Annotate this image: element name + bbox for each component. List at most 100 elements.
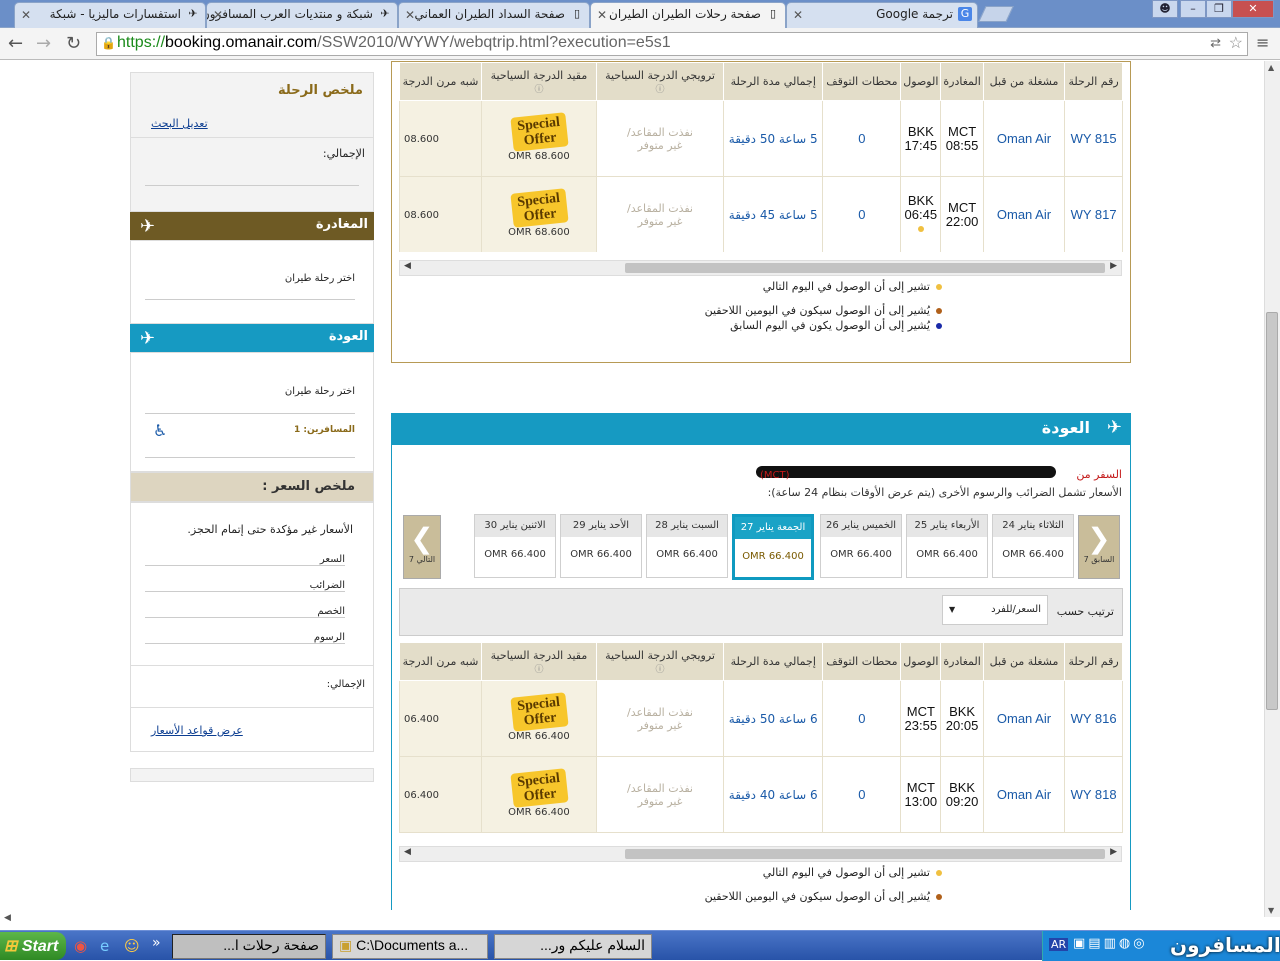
forward-icon[interactable]: →	[36, 33, 51, 54]
special-offer-badge: Special Offer	[509, 112, 568, 152]
date-option[interactable]: السبت يناير 28 OMR 66.400	[646, 514, 728, 578]
scroll-right-icon[interactable]: ▶	[1110, 847, 1117, 857]
scrollbar-thumb[interactable]	[625, 849, 1105, 859]
col-restricted: مقيد الدرجة السياحية ⓘ	[480, 62, 597, 101]
start-button[interactable]: ⊞ Start	[0, 932, 66, 960]
next-week-button[interactable]: ❮ التالي 7	[403, 515, 441, 579]
translate-icon[interactable]: ⇄	[1210, 35, 1221, 51]
special-offer-badge: Special Offer	[509, 692, 568, 732]
arrival-cell: MCT 13:00	[900, 756, 942, 833]
tab-translate[interactable]: G ترجمة Google ✕	[786, 2, 978, 28]
table-row[interactable]: WY 815 Oman Air MCT 08:55 BKK 17:45 0 5 سا…	[399, 100, 1123, 177]
overflow-chevron-icon[interactable]: »	[152, 935, 161, 951]
scroll-left-icon[interactable]: ◀	[404, 261, 411, 271]
table-header-row: رقم الرحلة مشغلة من قبل المغادرة الوصول …	[399, 642, 1123, 681]
date-option-selected[interactable]: الجمعة يناير 27 OMR 66.400	[732, 514, 814, 580]
outbound-table: رقم الرحلة مشغلة من قبل المغادرة الوصول …	[399, 62, 1123, 252]
info-icon[interactable]: ⓘ	[534, 665, 543, 675]
fare-option[interactable]: Special Offer OMR 68.600	[480, 176, 597, 252]
scrollbar-thumb[interactable]	[625, 263, 1105, 273]
reload-icon[interactable]: ↻	[66, 33, 81, 54]
departure-cell: BKK 20:05	[940, 680, 984, 757]
taskbar-word-window[interactable]: السلام عليكم ور...	[494, 934, 652, 959]
scroll-left-icon[interactable]: ◀	[4, 913, 11, 923]
messenger-icon[interactable]: ☺	[124, 937, 140, 955]
user-icon[interactable]: ☻	[1152, 0, 1178, 18]
tab-forum[interactable]: ✈ شبكة و منتديات العرب المسافرون ✕	[206, 2, 398, 28]
chrome-icon[interactable]: ◉	[74, 937, 87, 955]
fare-option[interactable]: 08.600	[399, 176, 482, 252]
scroll-right-icon[interactable]: ▶	[1110, 261, 1117, 271]
restore-button[interactable]: ❐	[1206, 0, 1232, 18]
info-icon[interactable]: ⓘ	[534, 85, 543, 95]
table-row[interactable]: WY 817 Oman Air MCT 22:00 BKK 06:45 0 5 سا…	[399, 176, 1123, 252]
stops: 0	[822, 100, 902, 177]
arrival-cell: BKK 06:45	[900, 176, 942, 252]
date-option[interactable]: الثلاثاء يناير 24 OMR 66.400	[992, 514, 1074, 578]
ie-icon[interactable]: e	[100, 937, 109, 955]
duration: 5 ساعة 45 دقيقة	[723, 176, 824, 252]
close-icon[interactable]: ✕	[597, 8, 607, 22]
taskbar-chrome-window[interactable]: صفحة رحلات ا...	[172, 934, 326, 959]
col-flight: رقم الرحلة	[1064, 62, 1123, 101]
departure-cell: MCT 22:00	[940, 176, 984, 252]
fare-rules-link[interactable]: عرض قواعد الأسعار	[151, 724, 243, 737]
date-option[interactable]: الاثنين يناير 30 OMR 66.400	[474, 514, 556, 578]
passenger-icon: ♿	[153, 421, 168, 440]
fare-option[interactable]: 06.400	[399, 756, 482, 833]
close-icon[interactable]: ✕	[793, 8, 803, 22]
tab-payment[interactable]: ▯ صفحة السداد الطيران العماني ✕	[398, 2, 590, 28]
tray-icons[interactable]: ▣▤▥◍◎	[1073, 936, 1148, 951]
tab-flights[interactable]: ▯ صفحة رحلات الطيران الطيران ✕	[590, 2, 786, 29]
minimize-button[interactable]: –	[1180, 0, 1206, 18]
new-tab-button[interactable]	[978, 6, 1014, 22]
horizontal-scrollbar[interactable]: ◀ ▶	[399, 260, 1122, 276]
star-icon[interactable]: ☆	[1229, 33, 1243, 53]
close-window-button[interactable]: ✕	[1232, 0, 1274, 18]
return-panel: ✈ العودة السفر من (MCT) الأسعار تشمل الض…	[391, 413, 1131, 913]
table-row[interactable]: WY 818 Oman Air BKK 09:20 MCT 13:00 0 6 سا…	[399, 756, 1123, 833]
sold-out-cell: نفذت المقاعد/غير متوفر	[595, 680, 725, 757]
info-icon[interactable]: ⓘ	[656, 85, 665, 95]
taskbar-explorer-window[interactable]: ▣ C:\Documents a...	[332, 934, 488, 959]
blue-dot-icon	[936, 323, 942, 329]
total-label: الإجمالي:	[322, 147, 365, 160]
tab-malaysia[interactable]: ✈ استفسارات ماليزيا - شبكة ✕	[14, 2, 206, 28]
close-icon[interactable]: ✕	[21, 8, 31, 22]
return-header: العودة ✈	[130, 324, 374, 352]
back-icon[interactable]: ←	[8, 33, 23, 54]
info-icon[interactable]: ⓘ	[656, 665, 665, 675]
menu-icon[interactable]: ≡	[1256, 33, 1269, 52]
address-bar[interactable]: 🔒 https://booking.omanair.com/SSW2010/WY…	[96, 32, 1248, 56]
fare-option[interactable]: Special Offer OMR 68.600	[480, 100, 597, 177]
prev-week-button[interactable]: ❯ السابق 7	[1078, 515, 1120, 579]
date-option[interactable]: الخميس يناير 26 OMR 66.400	[820, 514, 902, 578]
table-row[interactable]: WY 816 Oman Air BKK 20:05 MCT 23:55 0 6 سا…	[399, 680, 1123, 757]
page-horizontal-scrollbar[interactable]: ◀	[0, 910, 1264, 930]
price-summary-box: الأسعار غير مؤكدة حتى إتمام الحجز. السعر…	[130, 502, 374, 752]
date-option[interactable]: الأربعاء يناير 25 OMR 66.400	[906, 514, 988, 578]
col-duration: إجمالي مدة الرحلة	[723, 62, 824, 101]
fare-option[interactable]: Special Offer OMR 66.400	[480, 756, 597, 833]
duration: 6 ساعة 40 دقيقة	[723, 756, 824, 833]
departure-box: اختر رحلة طيران	[130, 240, 374, 324]
fare-option[interactable]: 06.400	[399, 680, 482, 757]
page-icon: ▯	[769, 7, 777, 20]
close-icon[interactable]: ✕	[405, 8, 415, 22]
horizontal-scrollbar[interactable]: ◀ ▶	[399, 846, 1122, 862]
language-indicator[interactable]: AR	[1049, 938, 1069, 951]
scroll-left-icon[interactable]: ◀	[404, 847, 411, 857]
date-option[interactable]: الأحد يناير 29 OMR 66.400	[560, 514, 642, 578]
sort-select[interactable]: السعر/للفرد ▼	[942, 595, 1048, 625]
scroll-down-icon[interactable]: ▼	[1268, 906, 1274, 915]
operator: Oman Air	[982, 100, 1066, 177]
departure-cell: MCT 08:55	[940, 100, 984, 177]
fare-option[interactable]: 08.600	[399, 100, 482, 177]
scroll-up-icon[interactable]: ▲	[1268, 63, 1274, 72]
col-departure: المغادرة	[940, 642, 984, 681]
vertical-scrollbar-thumb[interactable]	[1266, 312, 1278, 710]
col-promo: ترويجي الدرجة السياحية ⓘ	[595, 642, 725, 681]
modify-search-link[interactable]: تعديل البحث	[151, 117, 208, 130]
fare-option[interactable]: Special Offer OMR 66.400	[480, 680, 597, 757]
close-icon[interactable]: ✕	[213, 8, 223, 22]
